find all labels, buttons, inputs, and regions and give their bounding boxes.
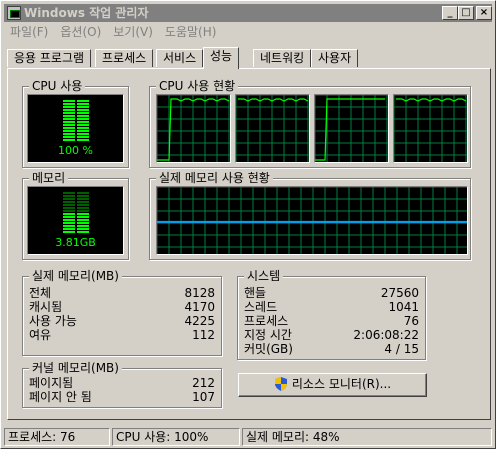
- memory-history-label: 실제 메모리 사용 현황: [156, 171, 273, 185]
- tab-services[interactable]: 서비스: [156, 49, 204, 67]
- physical-memory-row: 캐시됨 4170: [29, 300, 215, 314]
- task-manager-window: Windows 작업 관리자 _ □ × 파일(F) 옵션(O) 보기(V) 도움말(…: [0, 0, 496, 449]
- row-key: 페이지 안 됨: [29, 390, 92, 404]
- app-icon: [7, 6, 21, 20]
- row-value: 212: [192, 376, 215, 390]
- cpu-usage-label: CPU 사용: [29, 79, 86, 93]
- row-value: 107: [192, 390, 215, 404]
- status-processes: 프로세스: 76: [4, 428, 110, 446]
- cpu-history-label: CPU 사용 현황: [156, 79, 239, 93]
- tab-networking[interactable]: 네트워킹: [253, 49, 312, 67]
- physical-memory-row: 전체 8128: [29, 286, 215, 300]
- physical-memory-row: 사용 가능 4225: [29, 314, 215, 328]
- row-key: 캐시됨: [29, 300, 63, 314]
- memory-usage-value: 3.81GB: [55, 236, 96, 249]
- row-value: 2:06:08:22: [353, 328, 419, 342]
- resource-monitor-button[interactable]: 리소스 모니터(R)...: [238, 373, 427, 397]
- tab-processes[interactable]: 프로세스: [95, 49, 154, 67]
- row-key: 여유: [29, 328, 52, 342]
- tab-applications[interactable]: 응용 프로그램: [7, 49, 92, 67]
- cpu-history-graph-1: [156, 94, 231, 163]
- cpu-history-graph-4: [393, 94, 468, 163]
- menu-bar: 파일(F) 옵션(O) 보기(V) 도움말(H): [4, 23, 222, 41]
- cpu-usage-group: CPU 사용 100 %: [22, 79, 129, 168]
- uac-shield-icon: [274, 377, 287, 391]
- menu-file[interactable]: 파일(F): [4, 23, 54, 41]
- physical-memory-label: 실제 메모리(MB): [29, 269, 122, 283]
- row-key: 지정 시간: [244, 328, 292, 342]
- row-value: 27560: [380, 286, 419, 300]
- system-row: 핸들 27560: [244, 286, 419, 300]
- cpu-meter: 100 %: [27, 94, 124, 163]
- cpu-history-group: CPU 사용 현황: [149, 79, 471, 168]
- performance-panel: CPU 사용 100 % CPU 사용 현황 메모리 3.81GB 실제 메모리…: [7, 68, 491, 420]
- cpu-usage-value: 100 %: [58, 144, 93, 157]
- system-row: 지정 시간 2:06:08:22: [244, 328, 419, 342]
- physical-memory-row: 여유 112: [29, 328, 215, 342]
- row-value: 8128: [184, 286, 215, 300]
- kernel-memory-label: 커널 메모리(MB): [29, 361, 122, 375]
- system-row: 커밋(GB) 4 / 15: [244, 342, 419, 356]
- row-key: 전체: [29, 286, 52, 300]
- system-label: 시스템: [244, 269, 284, 283]
- menu-view[interactable]: 보기(V): [107, 23, 159, 41]
- memory-meter: 3.81GB: [27, 186, 124, 255]
- menu-help[interactable]: 도움말(H): [159, 23, 223, 41]
- maximize-button[interactable]: □: [458, 6, 474, 20]
- menu-options[interactable]: 옵션(O): [54, 23, 107, 41]
- row-value: 1041: [388, 300, 419, 314]
- memory-group: 메모리 3.81GB: [22, 171, 129, 260]
- row-value: 4225: [184, 314, 215, 328]
- kernel-memory-group: 커널 메모리(MB) 페이지됨 212 페이지 안 됨 107: [22, 361, 222, 408]
- minimize-button[interactable]: _: [442, 6, 458, 20]
- row-key: 스레드: [244, 300, 278, 314]
- status-bar: 프로세스: 76 CPU 사용: 100% 실제 메모리: 48%: [4, 428, 492, 446]
- tab-users[interactable]: 사용자: [311, 49, 359, 67]
- system-row: 스레드 1041: [244, 300, 419, 314]
- title-bar[interactable]: Windows 작업 관리자 _ □ ×: [4, 4, 492, 22]
- row-value: 76: [403, 314, 419, 328]
- resource-monitor-label: 리소스 모니터(R)...: [291, 377, 392, 391]
- row-key: 핸들: [244, 286, 267, 300]
- row-key: 페이지됨: [29, 376, 74, 390]
- memory-history-group: 실제 메모리 사용 현황: [149, 171, 471, 260]
- kernel-memory-row: 페이지됨 212: [29, 376, 215, 390]
- memory-label: 메모리: [29, 171, 69, 185]
- status-memory: 실제 메모리: 48%: [242, 428, 492, 446]
- close-button[interactable]: ×: [476, 6, 492, 20]
- row-key: 사용 가능: [29, 314, 77, 328]
- row-value: 4 / 15: [384, 342, 419, 356]
- tab-performance[interactable]: 성능: [203, 47, 240, 69]
- kernel-memory-row: 페이지 안 됨 107: [29, 390, 215, 404]
- row-value: 4170: [184, 300, 215, 314]
- row-value: 112: [192, 328, 215, 342]
- window-title: Windows 작업 관리자: [24, 6, 149, 20]
- system-row: 프로세스 76: [244, 314, 419, 328]
- memory-history-graph: [156, 186, 468, 255]
- row-key: 커밋(GB): [244, 342, 293, 356]
- physical-memory-group: 실제 메모리(MB) 전체 8128 캐시됨 4170 사용 가능 4225 여유 11…: [22, 269, 222, 356]
- row-key: 프로세스: [244, 314, 289, 328]
- status-cpu: CPU 사용: 100%: [112, 428, 240, 446]
- cpu-history-graph-2: [235, 94, 310, 163]
- system-group: 시스템 핸들 27560 스레드 1041 프로세스 76 지정 시간 2:06:08:…: [237, 269, 426, 360]
- cpu-history-graph-3: [314, 94, 389, 163]
